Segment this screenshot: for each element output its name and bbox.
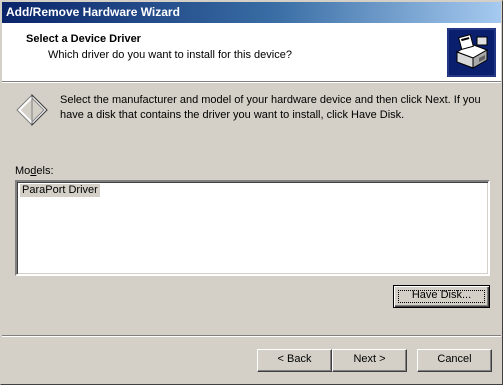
next-label: Next > — [353, 353, 386, 365]
diamond-icon — [16, 94, 48, 126]
models-listbox[interactable]: ParaPort Driver — [15, 180, 490, 276]
footer-separator — [2, 335, 501, 337]
back-button[interactable]: < Back — [257, 349, 332, 372]
page-subtitle: Which driver do you want to install for … — [48, 49, 292, 61]
page-title: Select a Device Driver — [26, 33, 141, 45]
instructions-text: Select the manufacturer and model of you… — [60, 94, 481, 121]
back-label: < Back — [277, 353, 312, 365]
have-disk-label: Have Disk... — [411, 289, 472, 301]
models-label: Models: — [15, 165, 54, 177]
cancel-label: Cancel — [437, 353, 472, 365]
wizard-header: Select a Device Driver Which driver do y… — [2, 23, 501, 81]
list-item[interactable]: ParaPort Driver — [20, 184, 100, 197]
next-button[interactable]: Next > — [332, 349, 407, 372]
title-bar[interactable]: Add/Remove Hardware Wizard — [2, 2, 501, 23]
hardware-wizard-icon — [447, 28, 496, 77]
cancel-button[interactable]: Cancel — [417, 349, 492, 372]
window-title: Add/Remove Hardware Wizard — [6, 5, 180, 19]
header-separator — [2, 81, 501, 83]
wizard-window: Add/Remove Hardware Wizard Select a Devi… — [0, 0, 503, 385]
have-disk-button[interactable]: Have Disk... — [393, 285, 490, 308]
